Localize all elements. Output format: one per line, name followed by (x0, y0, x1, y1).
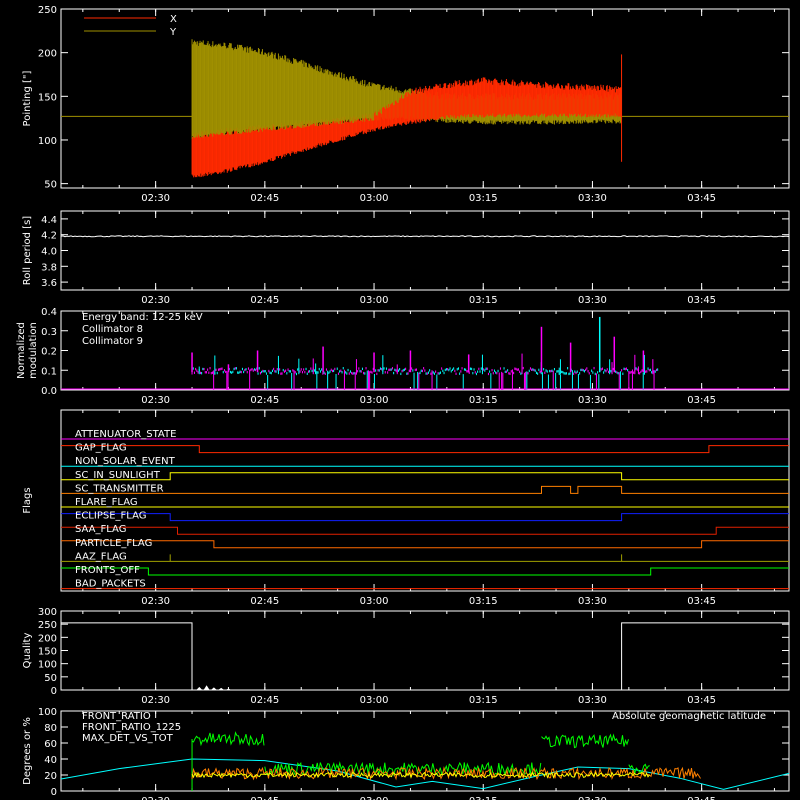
y-tick-label: 3.6 (41, 278, 57, 289)
y-tick-label: 4.4 (41, 215, 57, 226)
x-tick-label: 03:15 (469, 295, 498, 306)
y-tick-label: 250 (38, 5, 57, 16)
y-tick-label: 0.2 (41, 347, 57, 358)
x-tick-label: 03:30 (578, 193, 607, 204)
legend-label: FRONT_RATIO_1225 (82, 722, 181, 733)
x-tick-label: 03:45 (687, 796, 716, 800)
x-tick-label: 02:30 (141, 796, 170, 800)
flag-label: SAA_FLAG (75, 524, 126, 535)
x-tick-label: 03:15 (469, 193, 498, 204)
legend-label: Collimator 8 (82, 324, 143, 335)
flag-label: PARTICLE_FLAG (75, 538, 152, 549)
flag-label: FRONTS_OFF (75, 565, 140, 576)
flag-label: AAZ_FLAG (75, 551, 127, 562)
x-tick-label: 03:30 (578, 395, 607, 406)
x-tick-label: 02:30 (141, 395, 170, 406)
modulation-energy-band: Energy band: 12-25 keV (82, 312, 203, 323)
flag-label: SC_IN_SUNLIGHT (75, 470, 161, 481)
flag-label: ATTENUATOR_STATE (75, 429, 176, 440)
y-tick-label: 50 (44, 180, 57, 191)
x-tick-label: 02:30 (141, 193, 170, 204)
y-tick-label: 3.8 (41, 262, 57, 273)
x-tick-label: 03:45 (687, 695, 716, 706)
legend-label: FRONT_RATIO (82, 711, 151, 722)
x-tick-label: 03:00 (360, 695, 389, 706)
flag-label: ECLIPSE_FLAG (75, 511, 146, 522)
y-axis-label: Roll period [s] (22, 216, 33, 285)
y-axis-label: Degrees or % (22, 717, 33, 785)
x-tick-label: 03:15 (469, 695, 498, 706)
x-tick-label: 03:00 (360, 596, 389, 607)
rhessi-summary-chart: 02:30 02:45 03:00 03:15 03:30 03:45 50 100 150 20… (0, 0, 800, 800)
y-axis-label: modulation (28, 322, 39, 379)
y-axis-label: Pointing ["] (22, 70, 33, 126)
legend-label: X (170, 14, 177, 25)
flag-label: GAP_FLAG (75, 443, 127, 454)
x-tick-label: 02:30 (141, 295, 170, 306)
x-tick-label: 03:45 (687, 295, 716, 306)
x-tick-label: 02:45 (250, 295, 279, 306)
y-tick-label: 0.0 (41, 386, 57, 397)
y-tick-label: 100 (38, 707, 57, 718)
x-tick-label: 02:45 (250, 596, 279, 607)
y-tick-label: 50 (44, 673, 57, 684)
y-tick-label: 150 (38, 647, 57, 658)
x-tick-label: 02:45 (250, 193, 279, 204)
x-tick-label: 02:30 (141, 596, 170, 607)
y-tick-label: 0 (51, 787, 57, 798)
y-axis-label: Normalized (16, 322, 27, 379)
y-tick-label: 80 (44, 723, 57, 734)
y-tick-label: 4.0 (41, 247, 57, 258)
y-tick-label: 60 (44, 739, 57, 750)
x-tick-label: 03:00 (360, 295, 389, 306)
x-tick-label: 03:45 (687, 596, 716, 607)
y-tick-label: 4.2 (41, 231, 57, 242)
legend-label: Y (169, 27, 177, 38)
y-tick-label: 250 (38, 620, 57, 631)
legend-label: MAX_DET_VS_TOT (82, 733, 174, 744)
x-tick-label: 03:00 (360, 796, 389, 800)
y-tick-label: 0.3 (41, 327, 57, 338)
flag-label: BAD_PACKETS (75, 579, 146, 590)
x-tick-label: 03:30 (578, 796, 607, 800)
legend-label: Absolute geomagnetic latitude (612, 711, 766, 722)
x-tick-label: 02:45 (250, 796, 279, 800)
y-tick-label: 0.1 (41, 366, 57, 377)
x-tick-label: 02:45 (250, 395, 279, 406)
y-tick-label: 0 (51, 686, 57, 697)
x-tick-label: 02:30 (141, 695, 170, 706)
y-tick-label: 200 (38, 633, 57, 644)
x-tick-label: 03:15 (469, 596, 498, 607)
x-tick-label: 03:00 (360, 395, 389, 406)
x-tick-label: 03:30 (578, 695, 607, 706)
x-tick-label: 03:15 (469, 395, 498, 406)
flag-label: NON_SOLAR_EVENT (75, 456, 176, 467)
x-tick-label: 03:30 (578, 295, 607, 306)
flag-label: SC_TRANSMITTER (75, 483, 164, 494)
y-tick-label: 200 (38, 49, 57, 60)
x-tick-label: 03:30 (578, 596, 607, 607)
y-tick-label: 100 (38, 136, 57, 147)
x-tick-label: 03:00 (360, 193, 389, 204)
x-tick-label: 02:45 (250, 695, 279, 706)
x-tick-label: 03:45 (687, 193, 716, 204)
y-tick-label: 40 (44, 755, 57, 766)
legend-label: Collimator 9 (82, 336, 143, 347)
y-tick-label: 300 (38, 607, 57, 618)
x-tick-label: 03:15 (469, 796, 498, 800)
flag-label: FLARE_FLAG (75, 497, 138, 508)
y-axis-label: Quality (22, 633, 33, 669)
y-tick-label: 150 (38, 92, 57, 103)
y-tick-label: 20 (44, 771, 57, 782)
y-axis-label: Flags (22, 487, 33, 513)
x-tick-label: 03:45 (687, 395, 716, 406)
y-tick-label: 0.4 (41, 307, 57, 318)
y-tick-label: 100 (38, 660, 57, 671)
